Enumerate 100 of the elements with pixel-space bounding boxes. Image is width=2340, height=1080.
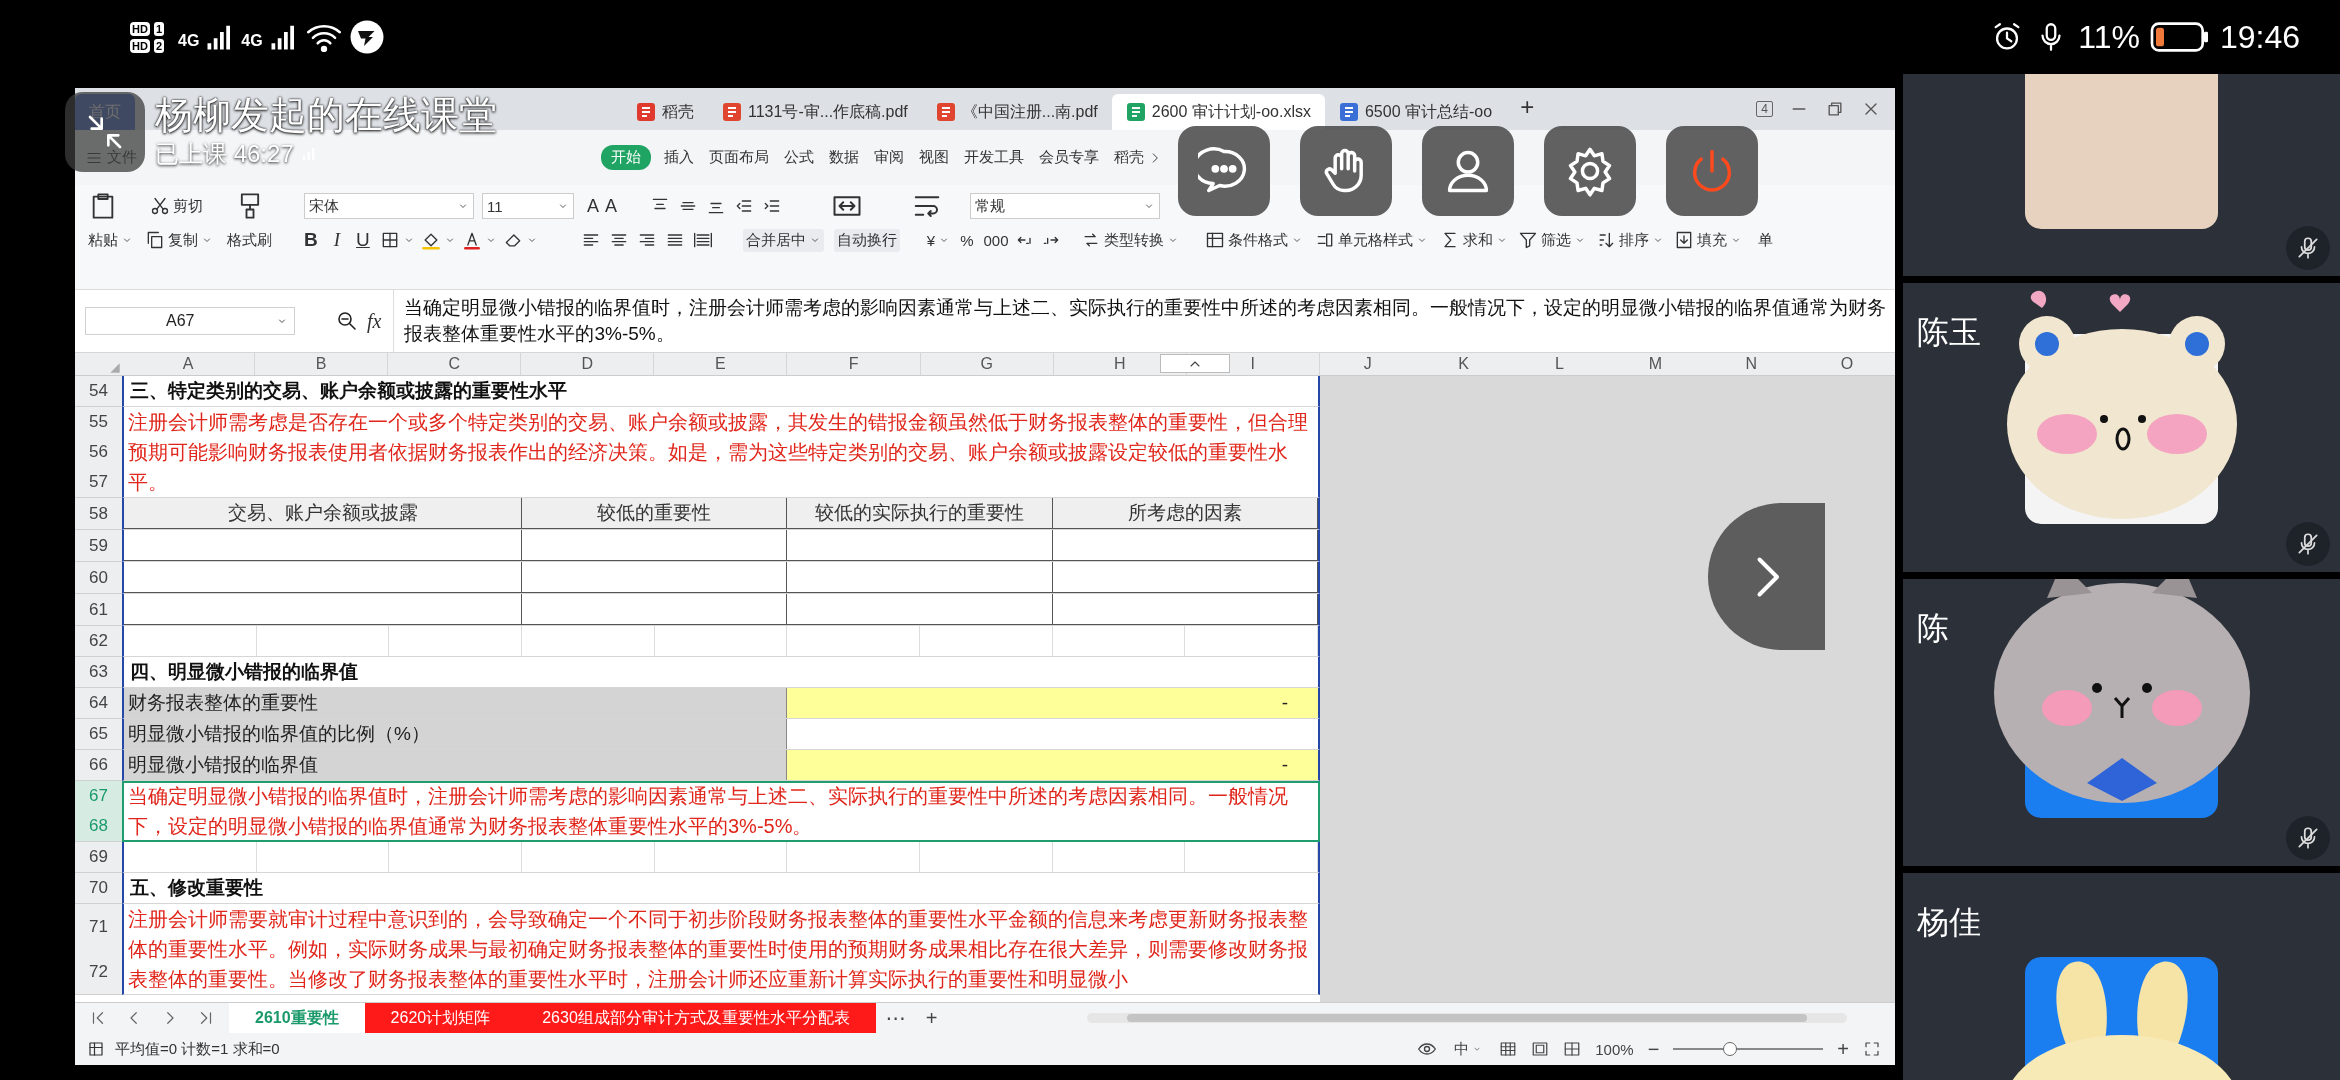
row-header[interactable]: 60 xyxy=(75,562,122,593)
row-header[interactable]: 63 xyxy=(75,657,122,687)
sum-button[interactable]: 求和 xyxy=(1436,228,1511,252)
raise-hand-button[interactable] xyxy=(1300,126,1392,216)
column-header[interactable]: L xyxy=(1555,355,1564,372)
currency-button[interactable]: ¥ xyxy=(923,229,954,251)
table-cell[interactable] xyxy=(522,562,788,593)
bold-button[interactable]: B xyxy=(301,227,321,253)
filter-button[interactable]: 筛选 xyxy=(1514,228,1589,252)
underline-button[interactable]: U xyxy=(353,227,373,253)
row-header[interactable]: 54 xyxy=(75,376,122,406)
horizontal-scrollbar[interactable] xyxy=(1087,1013,1848,1023)
settings-button[interactable] xyxy=(1544,126,1636,216)
sheet-tab[interactable]: 2620计划矩阵 xyxy=(364,1003,517,1033)
zoom-out-button[interactable]: − xyxy=(1647,1037,1660,1061)
table-cell[interactable] xyxy=(522,594,788,625)
sheet-tab[interactable]: 2610重要性 xyxy=(229,1003,365,1033)
chat-button[interactable] xyxy=(1178,126,1270,216)
number-format-dropdown[interactable]: 常规 xyxy=(970,193,1161,219)
document-tab[interactable]: 1131号-审...作底稿.pdf xyxy=(708,94,922,130)
leave-class-button[interactable] xyxy=(1666,126,1758,216)
menu-tab[interactable]: 会员专享 xyxy=(1037,145,1101,170)
document-tab[interactable]: 2600 审计计划-oo.xlsx xyxy=(1111,94,1325,130)
distributed-align-icon[interactable] xyxy=(692,230,713,250)
row-header[interactable]: 57 xyxy=(75,467,122,497)
document-tab[interactable]: 6500 审计总结-oo xyxy=(1324,94,1507,130)
zoom-in-button[interactable]: + xyxy=(1837,1037,1849,1061)
fill-button[interactable]: 填充 xyxy=(1670,228,1745,252)
column-header[interactable]: F xyxy=(848,355,859,372)
page-break-icon[interactable] xyxy=(1563,1040,1582,1058)
row-header[interactable]: 72 xyxy=(75,949,122,994)
menu-tab[interactable]: 开发工具 xyxy=(962,145,1026,170)
fullscreen-icon[interactable] xyxy=(1863,1040,1881,1058)
document-tab[interactable]: 稻壳 xyxy=(622,94,708,130)
row-header[interactable]: 59 xyxy=(75,530,122,561)
row-header[interactable]: 70 xyxy=(75,873,122,903)
row-header[interactable]: 61 xyxy=(75,594,122,625)
menu-tab[interactable]: 公式 xyxy=(782,145,816,170)
table-cell[interactable] xyxy=(1052,562,1318,593)
row-header[interactable]: 69 xyxy=(75,842,122,872)
sort-button[interactable]: 排序 xyxy=(1592,228,1667,252)
ribbon-button[interactable]: 单 xyxy=(1754,228,1776,252)
table-cell[interactable] xyxy=(124,562,522,593)
column-header[interactable]: I xyxy=(1250,355,1255,372)
slider-thumb[interactable] xyxy=(1723,1042,1738,1056)
column-header[interactable]: D xyxy=(581,355,594,372)
new-tab-button[interactable]: + xyxy=(1506,93,1549,125)
table-cell[interactable] xyxy=(124,594,522,625)
menu-tab[interactable]: 稻壳 xyxy=(1112,145,1164,170)
table-cell[interactable] xyxy=(787,594,1053,625)
value-cell[interactable]: - xyxy=(787,688,1318,718)
menu-tab[interactable]: 审阅 xyxy=(872,145,906,170)
italic-button[interactable]: I xyxy=(330,227,344,253)
window-count-button[interactable]: 4 xyxy=(1756,101,1773,117)
merge-center-button[interactable]: 合并居中 xyxy=(742,228,824,252)
shrink-font-button[interactable]: A xyxy=(602,193,621,219)
normal-view-icon[interactable] xyxy=(1499,1040,1518,1058)
percent-button[interactable]: % xyxy=(957,229,977,251)
row-header[interactable]: 66 xyxy=(75,750,122,780)
sheet-tab[interactable]: 2630组成部分审计方式及重要性水平分配表 xyxy=(516,1003,876,1033)
row-header[interactable]: 55 xyxy=(75,407,122,437)
menu-tab[interactable]: 视图 xyxy=(917,145,951,170)
wrap-text-button[interactable]: 自动换行 xyxy=(833,228,900,252)
table-cell[interactable] xyxy=(787,562,1053,593)
column-header[interactable]: B xyxy=(315,355,327,372)
name-box[interactable]: A67 xyxy=(85,307,295,335)
thousands-separator-button[interactable]: 000 xyxy=(980,229,1012,251)
conditional-format-button[interactable]: 条件格式 xyxy=(1201,228,1306,252)
value-cell[interactable]: - xyxy=(787,750,1318,780)
row-header[interactable]: 62 xyxy=(75,626,122,656)
column-header[interactable]: O xyxy=(1840,355,1854,372)
font-size-dropdown[interactable]: 11 xyxy=(482,193,574,219)
row-header[interactable]: 64 xyxy=(75,688,122,718)
row-header[interactable]: 65 xyxy=(75,719,122,749)
column-header[interactable]: A xyxy=(182,355,194,372)
more-sheets-button[interactable]: ⋯ xyxy=(875,1006,916,1030)
table-cell[interactable] xyxy=(522,530,788,561)
row-header[interactable]: 71 xyxy=(75,904,122,949)
table-cell[interactable] xyxy=(787,530,1053,561)
function-button[interactable]: fx xyxy=(367,309,382,333)
menu-tab[interactable]: 数据 xyxy=(827,145,861,170)
document-tab[interactable]: 《中国注册...南.pdf xyxy=(921,94,1112,130)
page-layout-icon[interactable] xyxy=(1531,1040,1550,1058)
selected-cell-range[interactable]: 当确定明显微小错报的临界值时，注册会计师需考虑的影响因素通常与上述二、实际执行的重要性中所述的考虑因素相同。一般情况下，设定的明显微小错报的临界值通常为财务报表整体重要性水平的3%-5%。 xyxy=(122,781,1320,842)
column-header[interactable]: C xyxy=(448,355,460,372)
cell-style-button[interactable]: 单元格样式 xyxy=(1311,228,1431,252)
column-header[interactable]: E xyxy=(715,355,726,372)
zoom-level[interactable]: 100% xyxy=(1595,1040,1634,1058)
grow-font-button[interactable]: A xyxy=(584,193,602,219)
column-header[interactable]: M xyxy=(1648,355,1662,372)
copy-button[interactable]: 复制 xyxy=(142,228,216,252)
column-header[interactable]: N xyxy=(1745,355,1757,372)
row-header[interactable]: 58 xyxy=(75,498,122,529)
type-convert-button[interactable]: 类型转换 xyxy=(1077,228,1182,252)
zoom-icon[interactable] xyxy=(335,309,359,333)
menu-tab[interactable]: 页面布局 xyxy=(707,145,771,170)
menu-tab[interactable]: 插入 xyxy=(662,145,696,170)
table-cell[interactable] xyxy=(124,530,522,561)
format-painter-button[interactable]: 格式刷 xyxy=(224,228,275,252)
column-header[interactable]: J xyxy=(1363,355,1372,372)
